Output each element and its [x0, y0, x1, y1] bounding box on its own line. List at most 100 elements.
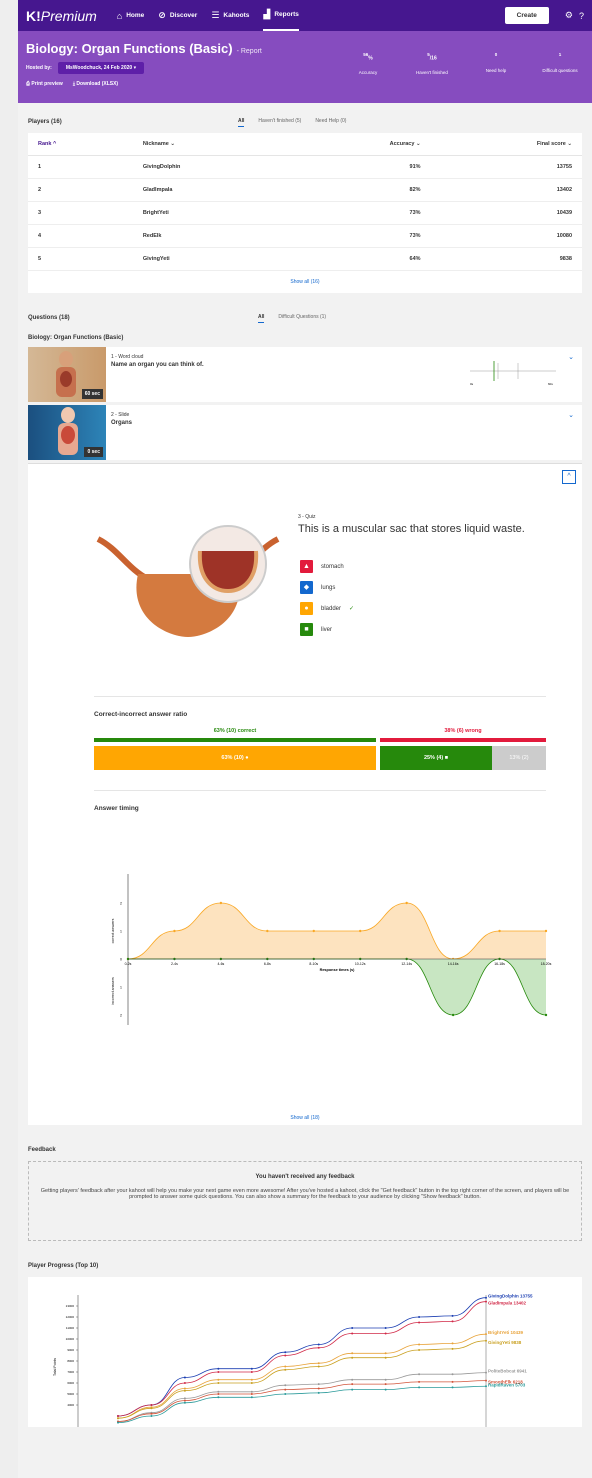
progress-point	[183, 1376, 186, 1379]
table-row[interactable]: 1 GivingDolphin 91% 13755	[28, 155, 582, 179]
answer-timing-chart: 0 1 1 2 2 correct answers incorrect answers 0-2…	[111, 874, 552, 1025]
nav-home-label: Home	[126, 12, 145, 19]
bar-chart-icon: ▟	[263, 9, 271, 19]
question-thumbnail: 60 sec	[28, 347, 106, 402]
feedback-title: Feedback	[28, 1147, 56, 1153]
page-margin	[0, 0, 18, 1478]
expand-chevron-icon[interactable]: ⌄	[568, 353, 574, 361]
y-label-correct: correct answers	[111, 918, 115, 943]
progress-point	[317, 1362, 320, 1365]
col-accuracy[interactable]: Accuracy ⌄	[290, 133, 431, 156]
progress-point	[217, 1393, 220, 1395]
hosted-select[interactable]: MsWoodchuck, 24 Feb 2020 ▾	[57, 62, 145, 74]
correct-point	[312, 929, 315, 933]
y-tick-label: 2	[120, 902, 122, 906]
col-nickname[interactable]: Nickname ⌄	[132, 133, 291, 156]
stat-label: Difficult questions	[542, 68, 578, 73]
stat-label: Accuracy	[358, 70, 378, 76]
chevron-up-icon: ^	[52, 141, 57, 147]
summary-stats: 56% Accuracy 5/16 Haven't finished 0 Need h…	[336, 45, 592, 79]
progress-point	[451, 1380, 454, 1383]
table-row[interactable]: 5 GivingYeti 64% 9838	[28, 247, 582, 271]
players-table-card: Rank ^ Nickname ⌄ Accuracy ⌄ Final score…	[28, 133, 582, 293]
answer-lungs: ◆ lungs	[300, 581, 335, 594]
print-preview-link[interactable]: ⎙ Print preview	[26, 81, 63, 87]
stat-value: 1	[558, 52, 562, 57]
progress-point	[384, 1378, 387, 1381]
diamond-icon: ◆	[300, 581, 313, 594]
filter-all[interactable]: All	[238, 118, 245, 127]
progress-point	[351, 1383, 354, 1386]
x-tick-label: 14-16s	[448, 962, 459, 966]
logo-brand: K!	[26, 7, 41, 24]
stat-not-finished[interactable]: 5/16 Haven't finished	[400, 45, 464, 79]
y-tick-label: 13000	[66, 1304, 75, 1308]
questions-header: Questions (18) All Difficult Questions (…	[18, 307, 592, 329]
filter-not-finished[interactable]: Haven't finished (5)	[258, 118, 301, 127]
create-button[interactable]: Create	[504, 7, 549, 24]
progress-point	[284, 1388, 287, 1391]
questions-show-all-link[interactable]: Show all (18)	[28, 1107, 582, 1129]
y-tick-label: 0	[120, 958, 122, 962]
collapse-button[interactable]: ^	[562, 470, 576, 484]
progress-point	[284, 1351, 287, 1354]
table-header-row: Rank ^ Nickname ⌄ Accuracy ⌄ Final score…	[28, 133, 582, 156]
stat-accuracy[interactable]: 56% Accuracy	[336, 45, 400, 79]
table-row[interactable]: 4 RedElk 73% 10080	[28, 224, 582, 248]
series-label: GivingYeti 9838	[488, 1340, 522, 1345]
progress-point	[250, 1367, 253, 1370]
wrong-label: 38% (6) wrong	[444, 728, 482, 734]
wrong-line	[380, 738, 546, 742]
question-row[interactable]: 60 sec 1 - Word cloud Name an organ you c…	[28, 347, 582, 402]
filter-all[interactable]: All	[258, 314, 265, 323]
questions-title: Questions (18)	[28, 315, 70, 321]
table-row[interactable]: 3 BrightYeti 73% 10439	[28, 201, 582, 225]
col-final-score[interactable]: Final score ⌄	[430, 133, 582, 156]
nav-reports[interactable]: ▟ Reports	[263, 0, 299, 31]
stat-unit: %	[368, 55, 373, 62]
question-title: This is a muscular sac that stores liqui…	[298, 523, 525, 535]
nav-discover[interactable]: ⊘ Discover	[158, 0, 197, 31]
progress-line	[117, 1380, 487, 1422]
nav-reports-label: Reports	[274, 11, 299, 18]
progress-point	[384, 1332, 387, 1335]
col-rank[interactable]: Rank ^	[28, 133, 133, 156]
filter-need-help[interactable]: Need Help (0)	[315, 118, 346, 127]
question-row[interactable]: 0 sec 2 - Slide Organs ⌄	[28, 405, 582, 460]
kahoot-logo[interactable]: K!Premium	[26, 8, 97, 24]
header-actions: ⎙ Print preview ⤓ Download (XLSX)	[26, 81, 584, 87]
y-tick-label: 1	[120, 930, 122, 934]
expand-chevron-icon[interactable]: ⌄	[568, 411, 574, 419]
table-row[interactable]: 2 GladImpala 82% 13402	[28, 178, 582, 202]
cell-score: 10080	[430, 224, 582, 248]
nav-kahoots-label: Kahoots	[223, 12, 250, 19]
stat-need-help[interactable]: 0 Need help	[464, 45, 528, 79]
stat-difficult[interactable]: 1 Difficult questions	[528, 45, 592, 79]
y-tick-label: 12000	[66, 1315, 75, 1319]
y-tick-label: 9000	[67, 1348, 74, 1352]
correct-point	[266, 929, 269, 933]
chevron-down-icon: ▾	[133, 65, 137, 71]
question-title: Name an organ you can think of.	[111, 362, 204, 368]
answer-label: liver	[321, 626, 333, 633]
download-link[interactable]: ⤓ Download (XLSX)	[73, 81, 118, 87]
nav-home[interactable]: ⌂ Home	[117, 0, 145, 31]
progress-title: Player Progress (Top 10)	[28, 1263, 99, 1269]
x-tick-label: 6-8s	[264, 962, 271, 966]
progress-point	[485, 1300, 487, 1303]
progress-point	[250, 1378, 253, 1381]
settings-gear-icon[interactable]: ⚙	[565, 10, 573, 21]
progress-point	[183, 1397, 186, 1400]
x-tick-label: 8-10s	[309, 962, 318, 966]
app-frame: K!Premium ⌂ Home ⊘ Discover ☰ Kahoots ▟ Repo…	[18, 0, 592, 1478]
players-show-all-link[interactable]: Show all (16)	[28, 271, 582, 293]
help-icon[interactable]: ?	[579, 11, 584, 21]
question-type: 2 - Slide	[111, 412, 130, 418]
circle-icon: ●	[300, 602, 313, 615]
filter-difficult[interactable]: Difficult Questions (1)	[278, 314, 326, 323]
nav-kahoots[interactable]: ☰ Kahoots	[211, 0, 249, 31]
answer-label: bladder	[321, 605, 342, 612]
download-label: Download (XLSX)	[76, 81, 119, 87]
y-axis-label: Total Points	[53, 1358, 57, 1376]
y-tick-label: 7000	[67, 1370, 74, 1374]
